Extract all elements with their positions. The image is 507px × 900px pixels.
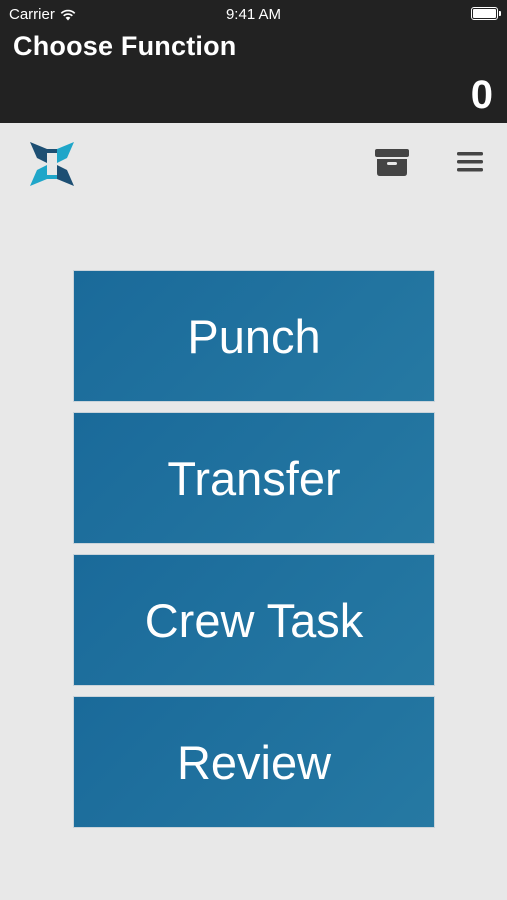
battery-icon: [471, 7, 501, 20]
toolbar: [0, 123, 507, 203]
hamburger-menu-icon[interactable]: [455, 149, 485, 175]
app-logo: [30, 142, 74, 186]
punch-button[interactable]: Punch: [73, 270, 435, 402]
count-badge: 0: [470, 73, 493, 117]
function-list: Punch Transfer Crew Task Review: [73, 270, 435, 838]
archive-box-icon[interactable]: [374, 147, 410, 177]
navigation-header: Carrier 9:41 AM Choose Function 0: [0, 0, 507, 123]
page-title: Choose Function: [13, 31, 237, 61]
battery-level: [473, 9, 496, 18]
status-bar: Carrier 9:41 AM: [0, 0, 507, 28]
crew-task-button[interactable]: Crew Task: [73, 554, 435, 686]
status-time: 9:41 AM: [225, 6, 282, 23]
review-button[interactable]: Review: [73, 696, 435, 828]
transfer-button[interactable]: Transfer: [73, 412, 435, 544]
